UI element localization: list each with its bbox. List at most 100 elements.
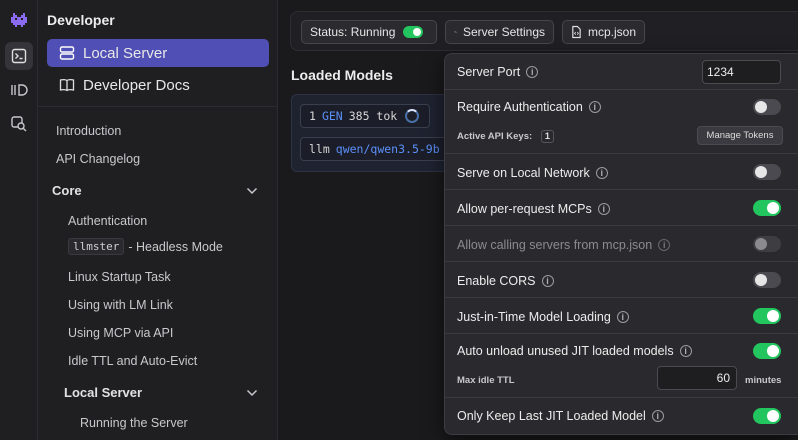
setting-label-text: Enable CORS xyxy=(457,274,536,288)
info-icon[interactable]: i xyxy=(588,101,601,113)
icon-rail xyxy=(0,0,38,440)
sidebar-section-title: Developer xyxy=(47,12,115,28)
setting-require-auth: Require Authentication i Active API Keys… xyxy=(445,90,798,154)
setting-label-text: Only Keep Last JIT Loaded Model xyxy=(457,409,646,423)
jit-loading-toggle[interactable] xyxy=(753,308,781,324)
setting-label: Enable CORS i xyxy=(457,274,554,288)
per-request-mcps-toggle[interactable] xyxy=(753,200,781,216)
search-models-icon[interactable] xyxy=(5,110,33,138)
chevron-down-icon xyxy=(246,187,258,194)
api-keys-label: Active API Keys: xyxy=(457,131,533,142)
api-keys-count-badge: 1 xyxy=(540,130,555,143)
setting-label: Require Authentication i xyxy=(457,100,601,114)
status-label: Status: Running xyxy=(310,25,396,39)
max-idle-ttl-unit: minutes xyxy=(745,375,782,386)
doc-link-mcp-api[interactable]: Using MCP via API xyxy=(68,326,173,340)
info-icon[interactable]: i xyxy=(597,203,610,215)
doc-link-linux-startup[interactable]: Linux Startup Task xyxy=(68,270,171,284)
setting-label-text: Serve on Local Network xyxy=(457,166,590,180)
setting-jit-loading: Just-in-Time Model Loading i xyxy=(445,298,798,334)
sidebar-divider xyxy=(38,106,278,107)
command-prefix: llm xyxy=(309,142,330,156)
cors-toggle[interactable] xyxy=(753,272,781,288)
setting-label-text: Allow calling servers from mcp.json xyxy=(457,238,653,252)
info-icon[interactable]: i xyxy=(526,66,539,78)
doc-link-headless-mode[interactable]: llmster - Headless Mode xyxy=(68,238,223,255)
server-port-input[interactable]: 1234 xyxy=(702,60,781,84)
gen-label: GEN xyxy=(321,109,343,123)
terminal-icon[interactable] xyxy=(5,42,33,70)
setting-label: Only Keep Last JIT Loaded Model i xyxy=(457,409,664,423)
loading-spinner-icon xyxy=(405,109,420,123)
app-logo-icon[interactable] xyxy=(5,6,33,34)
require-auth-toggle[interactable] xyxy=(753,99,781,115)
info-icon[interactable]: i xyxy=(595,167,608,179)
setting-cors: Enable CORS i xyxy=(445,262,798,298)
setting-local-network: Serve on Local Network i xyxy=(445,154,798,190)
info-icon[interactable]: i xyxy=(658,239,671,251)
mcp-json-button[interactable]: mcp.json xyxy=(562,20,645,44)
generation-status-chip[interactable]: 1 GEN 385 tok xyxy=(300,104,430,128)
setting-label: Allow per-request MCPs i xyxy=(457,202,610,216)
doc-link-label: - Headless Mode xyxy=(128,239,223,254)
setting-label: Auto unload unused JIT loaded models i xyxy=(457,344,692,358)
info-icon[interactable]: i xyxy=(616,311,629,323)
setting-label: Serve on Local Network i xyxy=(457,166,608,180)
sidebar-item-label: Developer Docs xyxy=(83,76,190,94)
doc-section-label: Core xyxy=(52,183,82,198)
sidebar-item-developer-docs[interactable]: Developer Docs xyxy=(47,71,269,99)
server-icon xyxy=(59,46,75,60)
setting-mcp-json-servers: Allow calling servers from mcp.json i xyxy=(445,226,798,262)
doc-link-lm-link[interactable]: Using with LM Link xyxy=(68,298,173,312)
setting-label-text: Auto unload unused JIT loaded models xyxy=(457,344,674,358)
doc-link-authentication[interactable]: Authentication xyxy=(68,214,147,228)
loaded-models-title: Loaded Models xyxy=(291,67,393,83)
manage-tokens-button[interactable]: Manage Tokens xyxy=(697,126,783,145)
token-count: 385 tok xyxy=(348,109,398,123)
chevron-down-icon xyxy=(246,389,258,396)
setting-label-text: Require Authentication xyxy=(457,100,583,114)
info-icon[interactable]: i xyxy=(651,410,664,422)
keep-last-jit-toggle[interactable] xyxy=(753,408,781,424)
book-icon xyxy=(59,79,75,92)
code-chip: llmster xyxy=(68,238,125,255)
setting-keep-last-jit: Only Keep Last JIT Loaded Model i xyxy=(445,398,798,434)
setting-server-port: Server Port i 1234 xyxy=(445,54,798,90)
server-settings-button[interactable]: Server Settings xyxy=(445,20,554,44)
setting-label: Allow calling servers from mcp.json i xyxy=(457,238,671,252)
active-api-keys: Active API Keys: 1 xyxy=(457,130,555,143)
setting-label-text: Just-in-Time Model Loading xyxy=(457,310,611,324)
doc-link-api-changelog[interactable]: API Changelog xyxy=(56,152,140,166)
info-icon[interactable]: i xyxy=(679,345,692,357)
setting-label-text: Server Port xyxy=(457,65,521,79)
model-name: qwen/qwen3.5-9b xyxy=(335,142,440,156)
status-toggle-button[interactable]: Status: Running xyxy=(301,20,437,44)
doc-link-idle-ttl[interactable]: Idle TTL and Auto-Evict xyxy=(68,354,197,368)
local-network-toggle[interactable] xyxy=(753,164,781,180)
setting-label-text: Allow per-request MCPs xyxy=(457,202,592,216)
status-toggle[interactable] xyxy=(403,26,424,38)
doc-link-introduction[interactable]: Introduction xyxy=(56,124,121,138)
models-icon[interactable] xyxy=(5,76,33,104)
setting-label: Server Port i xyxy=(457,65,539,79)
info-icon[interactable]: i xyxy=(541,275,554,287)
mcp-json-label: mcp.json xyxy=(587,25,636,39)
doc-section-local-server[interactable]: Local Server xyxy=(64,385,272,400)
max-idle-ttl-label: Max idle TTL xyxy=(457,375,515,386)
setting-auto-unload: Auto unload unused JIT loaded models i M… xyxy=(445,334,798,398)
model-count: 1 xyxy=(309,109,316,123)
max-idle-ttl-input[interactable]: 60 xyxy=(657,366,737,390)
mcp-json-servers-toggle xyxy=(753,236,781,252)
server-settings-label: Server Settings xyxy=(462,25,545,39)
gears-icon xyxy=(454,30,457,34)
sidebar-item-label: Local Server xyxy=(83,44,168,62)
setting-label: Just-in-Time Model Loading i xyxy=(457,310,629,324)
server-settings-popover: Server Port i 1234 Require Authenticatio… xyxy=(444,53,798,435)
developer-sidebar: Developer Local Server Developer Docs In… xyxy=(38,0,278,440)
doc-section-label: Local Server xyxy=(64,385,143,400)
doc-link-running-server[interactable]: Running the Server xyxy=(80,416,188,430)
auto-unload-toggle[interactable] xyxy=(753,343,781,359)
file-code-icon xyxy=(572,25,581,39)
sidebar-item-local-server[interactable]: Local Server xyxy=(47,39,269,67)
doc-section-core[interactable]: Core xyxy=(52,183,272,198)
